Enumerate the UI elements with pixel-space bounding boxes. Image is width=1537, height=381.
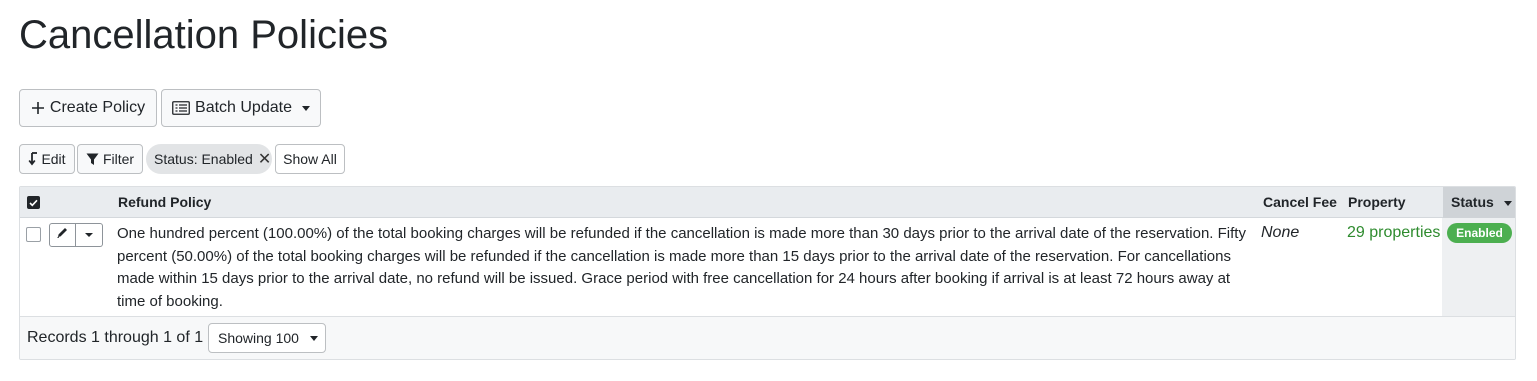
edit-button[interactable]: Edit: [19, 144, 75, 174]
batch-update-label: Batch Update: [195, 99, 292, 116]
create-policy-label: Create Policy: [49, 99, 146, 116]
filter-button[interactable]: Filter: [77, 144, 143, 174]
row-checkbox[interactable]: [26, 227, 41, 242]
table-row: One hundred percent (100.00%) of the tot…: [20, 218, 1515, 317]
pencil-icon: [56, 226, 69, 244]
chevron-down-icon: [301, 105, 310, 111]
page-size-label: Showing 100: [218, 330, 299, 346]
filter-icon: [86, 153, 99, 166]
records-count: Records 1 through 1 of 1: [27, 329, 204, 346]
page-size-dropdown[interactable]: Showing 100: [208, 323, 326, 353]
select-all-checkbox[interactable]: [27, 196, 40, 209]
sort-arrow-icon: [28, 152, 38, 166]
header-cancel-fee: Cancel Fee: [1263, 194, 1337, 210]
show-all-button[interactable]: Show All: [275, 144, 345, 174]
plus-icon: [31, 101, 45, 115]
policies-table: Refund Policy Cancel Fee Property Status…: [19, 186, 1516, 360]
row-menu-button[interactable]: [76, 223, 103, 247]
edit-label: Edit: [41, 151, 66, 167]
list-icon: [172, 101, 190, 115]
property-link[interactable]: 29 properties: [1347, 224, 1440, 242]
chevron-down-icon: [309, 335, 318, 341]
row-actions: [49, 223, 103, 247]
row-edit-button[interactable]: [49, 223, 76, 247]
status-filter-label: Status: Enabled: [154, 151, 253, 167]
close-icon[interactable]: ✕: [258, 149, 271, 169]
sort-desc-icon: [1503, 200, 1512, 206]
cancel-fee-value: None: [1261, 224, 1300, 241]
filter-label: Filter: [102, 151, 135, 167]
table-footer: Records 1 through 1 of 1 Showing 100: [20, 317, 1515, 359]
create-policy-button[interactable]: Create Policy: [19, 89, 157, 127]
refund-policy-text: One hundred percent (100.00%) of the tot…: [117, 225, 1246, 310]
status-filter-chip: Status: Enabled ✕: [146, 144, 272, 174]
batch-update-button[interactable]: Batch Update: [161, 89, 321, 127]
header-property: Property: [1348, 194, 1406, 210]
page-title: Cancellation Policies: [19, 13, 389, 57]
chevron-down-icon: [85, 233, 93, 237]
header-status-label: Status: [1451, 194, 1494, 210]
header-refund-policy: Refund Policy: [118, 194, 212, 210]
status-badge: Enabled: [1447, 223, 1512, 243]
header-status[interactable]: Status: [1443, 187, 1515, 218]
table-header: Refund Policy Cancel Fee Property Status: [20, 187, 1515, 218]
